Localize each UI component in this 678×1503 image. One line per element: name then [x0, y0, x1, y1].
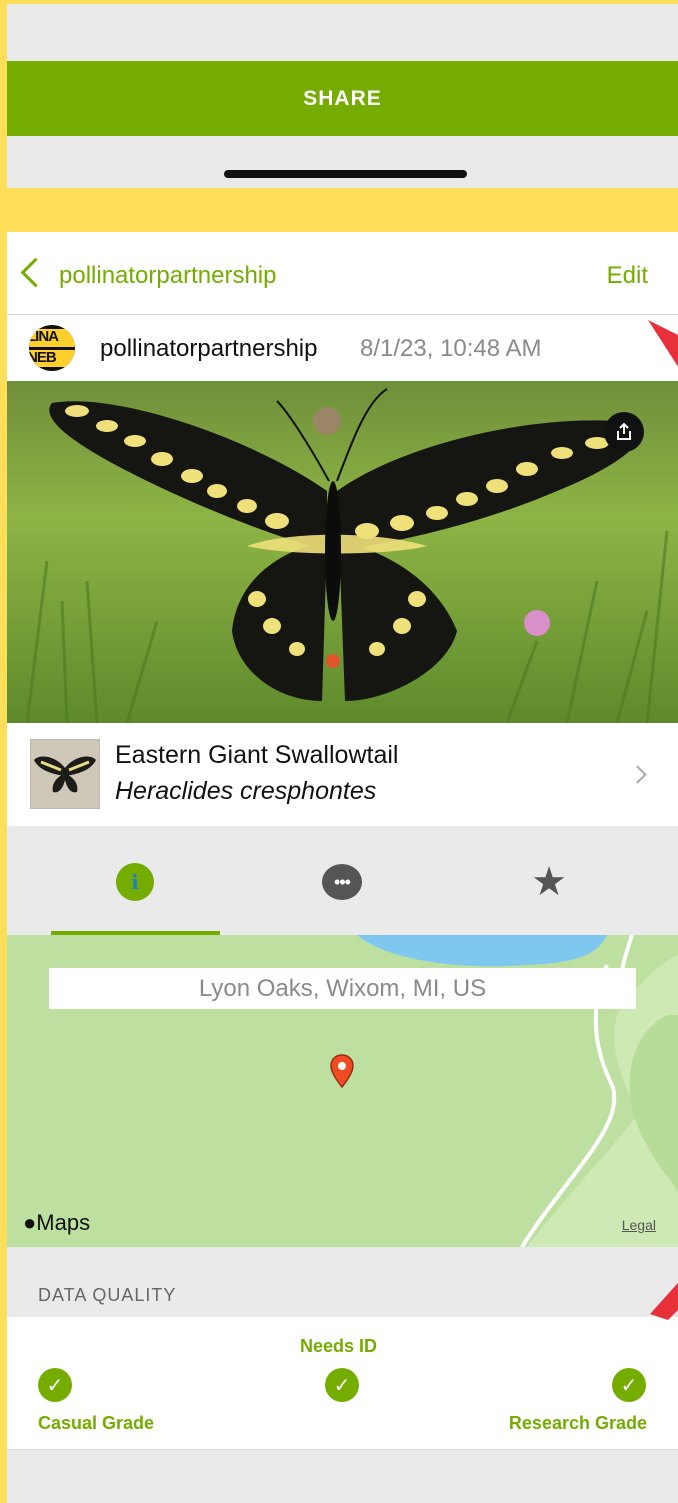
apple-logo-icon: ● — [23, 1210, 37, 1235]
tab-bar: i ••• ★ — [7, 826, 678, 935]
back-chevron-icon[interactable] — [20, 257, 51, 288]
avatar-text-bottom: NEB — [29, 349, 57, 366]
data-quality-title: DATA QUALITY — [38, 1285, 177, 1305]
casual-grade-label: Casual Grade — [38, 1413, 155, 1433]
back-button[interactable]: pollinatorpartnership — [59, 262, 276, 290]
taxon-thumbnail — [30, 739, 100, 809]
maps-label: Maps — [36, 1210, 91, 1235]
annotation-arrow-bottom — [650, 1282, 678, 1320]
swallowtail-butterfly-image — [25, 388, 669, 723]
taxon-row[interactable]: Eastern Giant Swallowtail Heraclides cre… — [7, 723, 678, 827]
home-indicator — [224, 170, 467, 178]
research-grade-label: Research Grade — [508, 1413, 647, 1433]
observation-date: 8/1/23, 10:48 AM — [360, 335, 542, 362]
casual-grade-check-icon: ✓ — [38, 1368, 72, 1402]
observation-photo[interactable] — [7, 381, 678, 723]
location-label: Lyon Oaks, Wixom, MI, US — [49, 968, 636, 1009]
taxon-common-name: Eastern Giant Swallowtail — [115, 741, 399, 769]
comment-bubble-icon: ••• — [322, 864, 362, 900]
observer-row[interactable]: LINA NEB pollinatorpartnership 8/1/23, 1… — [7, 315, 678, 381]
share-icon — [617, 422, 631, 440]
tab-comments[interactable]: ••• — [322, 862, 362, 902]
location-map[interactable]: Lyon Oaks, Wixom, MI, US ●Maps Legal — [7, 935, 678, 1247]
observation-screen: pollinatorpartnership Edit LINA NEB poll… — [7, 232, 678, 1503]
data-quality-header: DATA QUALITY — [7, 1247, 678, 1317]
avatar-text-top: LINA — [29, 328, 59, 345]
taxon-scientific-name: Heraclides cresphontes — [115, 777, 377, 805]
chevron-right-icon — [628, 765, 647, 784]
share-photo-button[interactable] — [604, 412, 644, 452]
annotation-arrow-top — [648, 320, 678, 367]
observer-username[interactable]: pollinatorpartnership — [100, 335, 317, 363]
tab-info[interactable]: i — [115, 862, 155, 902]
research-grade-check-icon: ✓ — [612, 1368, 646, 1402]
edit-button[interactable]: Edit — [607, 262, 648, 290]
legal-link[interactable]: Legal — [622, 1217, 656, 1233]
avatar[interactable]: LINA NEB — [29, 325, 75, 371]
share-button[interactable]: SHARE — [7, 61, 678, 136]
info-icon: i — [116, 863, 154, 901]
needs-id-label: Needs ID — [300, 1336, 378, 1356]
share-sheet: SHARE — [7, 4, 678, 188]
map-pin-icon[interactable] — [330, 1054, 354, 1088]
nav-bar: pollinatorpartnership Edit — [7, 232, 678, 315]
tab-favorites[interactable]: ★ — [529, 860, 569, 904]
star-icon: ★ — [531, 860, 567, 904]
needs-id-check-icon: ✓ — [325, 1368, 359, 1402]
data-quality-panel: Needs ID ✓ ✓ ✓ Casual Grade Research Gra… — [7, 1317, 678, 1450]
apple-maps-logo: ●Maps — [23, 1210, 90, 1236]
